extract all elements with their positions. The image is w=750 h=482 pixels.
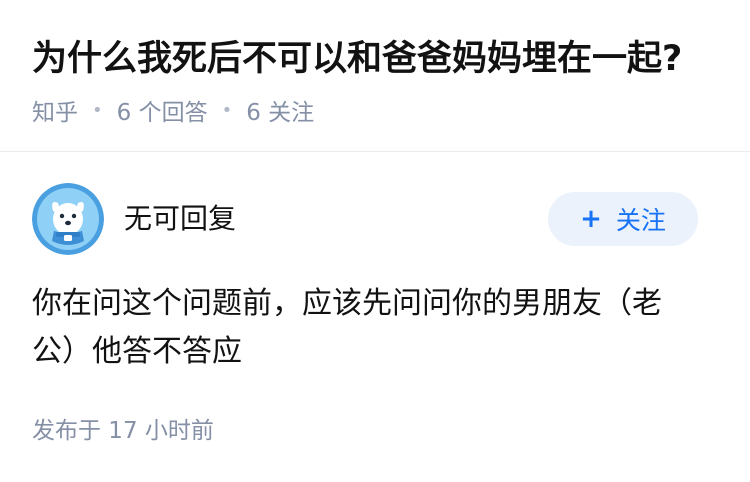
followers-count[interactable]: 6 关注	[246, 93, 314, 127]
answers-count[interactable]: 6 个回答	[117, 93, 208, 127]
source-label[interactable]: 知乎	[32, 93, 78, 127]
author-name[interactable]: 无可回复	[124, 199, 236, 239]
answer-content[interactable]: 你在问这个问题前，应该先问问你的男朋友（老公）他答不答应	[32, 280, 692, 376]
avatar[interactable]	[32, 183, 104, 255]
cartoon-dog-avatar-icon	[32, 183, 104, 255]
plus-icon: +	[580, 204, 602, 234]
follow-button-label: 关注	[615, 206, 666, 235]
separator-dot-icon: •	[221, 99, 233, 121]
publish-time: 发布于 17 小时前	[32, 418, 214, 444]
question-header: 为什么我死后不可以和爸爸妈妈埋在一起? 知乎 • 6 个回答 • 6 关注	[0, 0, 750, 152]
question-meta: 知乎 • 6 个回答 • 6 关注	[32, 92, 314, 128]
answer-author-row: 无可回复 + 关注	[0, 183, 750, 255]
follow-button[interactable]: + 关注	[548, 192, 698, 246]
question-title[interactable]: 为什么我死后不可以和爸爸妈妈埋在一起?	[32, 34, 682, 84]
separator-dot-icon: •	[92, 99, 103, 121]
